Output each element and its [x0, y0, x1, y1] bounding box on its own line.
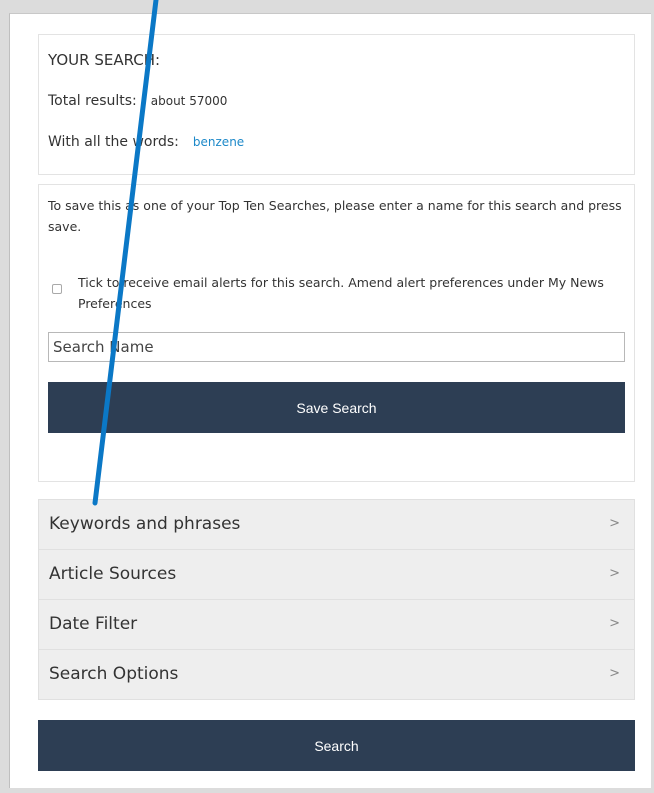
- total-results-row: Total results: about 57000: [48, 93, 227, 109]
- summary-heading: YOUR SEARCH:: [48, 51, 161, 69]
- accordion-item-date-filter[interactable]: Date Filter >: [38, 600, 635, 650]
- chevron-right-icon: >: [609, 516, 620, 531]
- save-search-panel: To save this as one of your Top Ten Sear…: [38, 184, 635, 482]
- email-alert-label: Tick to receive email alerts for this se…: [78, 275, 604, 311]
- save-search-button[interactable]: Save Search: [48, 382, 625, 433]
- search-button[interactable]: Search: [38, 720, 635, 771]
- accordion-label: Date Filter: [49, 614, 138, 634]
- search-name-input[interactable]: [48, 332, 625, 362]
- search-filters-accordion: Keywords and phrases > Article Sources >…: [38, 499, 635, 700]
- accordion-item-keywords[interactable]: Keywords and phrases >: [38, 499, 635, 550]
- accordion-item-search-options[interactable]: Search Options >: [38, 650, 635, 700]
- accordion-label: Keywords and phrases: [49, 514, 241, 534]
- chevron-right-icon: >: [609, 666, 620, 681]
- all-words-value[interactable]: benzene: [193, 135, 244, 149]
- total-results-label: Total results:: [48, 93, 137, 109]
- search-summary-panel: YOUR SEARCH: Total results: about 57000 W…: [38, 34, 635, 175]
- email-alert-checkbox[interactable]: [52, 284, 62, 294]
- chevron-right-icon: >: [609, 616, 620, 631]
- chevron-right-icon: >: [609, 566, 620, 581]
- total-results-value: about 57000: [150, 94, 228, 108]
- accordion-item-article-sources[interactable]: Article Sources >: [38, 550, 635, 600]
- all-words-row: With all the words: benzene: [48, 134, 244, 150]
- save-instructions: To save this as one of your Top Ten Sear…: [48, 198, 622, 234]
- all-words-label: With all the words:: [48, 134, 179, 150]
- accordion-label: Article Sources: [49, 564, 177, 584]
- accordion-label: Search Options: [49, 664, 179, 684]
